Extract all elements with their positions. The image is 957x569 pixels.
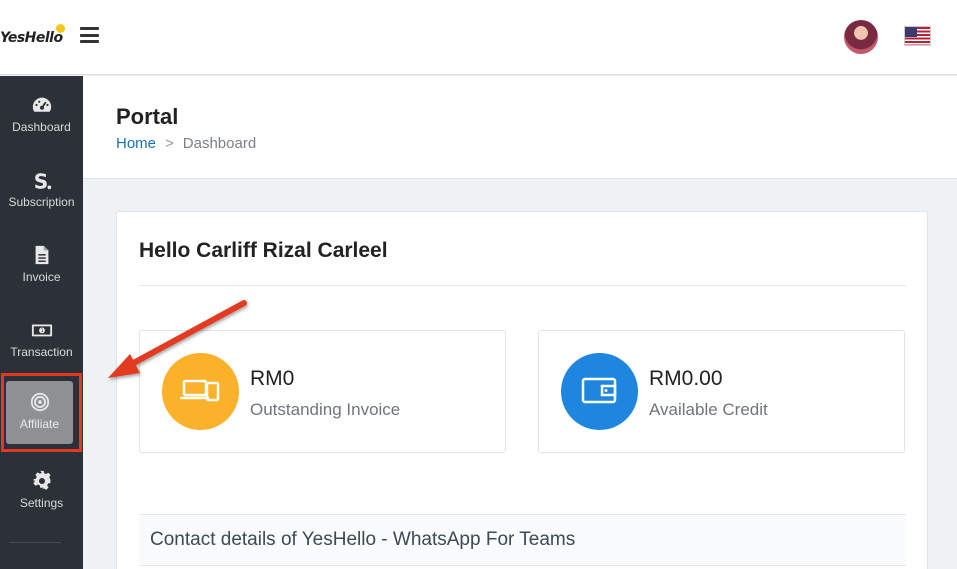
subscription-s-icon: S [33, 169, 51, 191]
logo[interactable]: YesHello [0, 30, 63, 46]
page-title: Portal [116, 104, 179, 129]
devices-icon [162, 353, 239, 430]
avatar[interactable] [844, 20, 878, 54]
logo-badge-icon [56, 24, 65, 33]
gear-icon [32, 470, 51, 490]
available-credit-card[interactable]: RM0.00 Available Credit [538, 330, 905, 453]
speedometer-icon [32, 97, 51, 112]
divider [139, 285, 906, 286]
contact-details-header: Contact details of YesHello - WhatsApp F… [139, 514, 906, 566]
outstanding-invoice-label: Outstanding Invoice [250, 400, 401, 419]
sidebar-item-label: Dashboard [12, 120, 71, 134]
sidebar-item-label: Transaction [10, 345, 73, 359]
us-flag-icon[interactable] [904, 26, 931, 46]
available-credit-value: RM0.00 [649, 367, 723, 390]
sidebar-divider [9, 542, 61, 543]
dashboard-card: Hello Carliff Rizal Carleel RM0 Outstand… [116, 211, 928, 569]
chevron-right-icon: > [165, 135, 174, 152]
hamburger-icon[interactable] [80, 27, 99, 43]
wallet-icon [561, 353, 638, 430]
breadcrumb-current: Dashboard [182, 135, 257, 152]
sidebar: Dashboard S Subscription Invoice 1 Trans… [0, 76, 83, 569]
sidebar-item-subscription[interactable]: S Subscription [0, 155, 83, 221]
available-credit-label: Available Credit [649, 400, 768, 419]
contact-details-title: Contact details of YesHello - WhatsApp F… [150, 529, 576, 550]
highlight-box [1, 373, 82, 452]
document-icon [35, 245, 48, 265]
outstanding-invoice-card[interactable]: RM0 Outstanding Invoice [139, 330, 506, 453]
sidebar-item-label: Invoice [22, 270, 61, 284]
page-header: Portal Home > Dashboard [83, 76, 957, 179]
sidebar-item-invoice[interactable]: Invoice [0, 230, 83, 296]
sidebar-item-dashboard[interactable]: Dashboard [0, 80, 83, 146]
breadcrumb-home-link[interactable]: Home [116, 135, 156, 152]
sidebar-item-label: Settings [19, 496, 64, 510]
banknote-icon: 1 [31, 324, 52, 337]
svg-text:1: 1 [40, 328, 43, 334]
svg-text:S: S [33, 169, 48, 191]
greeting: Hello Carliff Rizal Carleel [139, 239, 388, 262]
sidebar-item-label: Subscription [8, 195, 75, 209]
breadcrumb: Home > Dashboard [116, 135, 256, 152]
sidebar-item-transaction[interactable]: 1 Transaction [0, 305, 83, 371]
top-header: YesHello [0, 0, 957, 75]
sidebar-item-settings[interactable]: Settings [0, 456, 83, 522]
outstanding-invoice-value: RM0 [250, 367, 295, 390]
